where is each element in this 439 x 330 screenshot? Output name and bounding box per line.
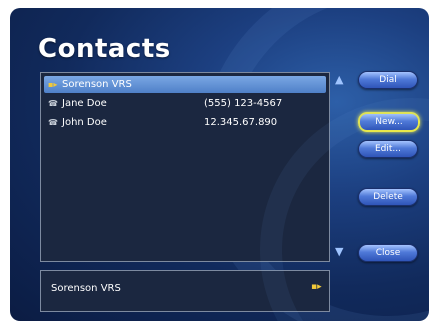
detail-name: Sorenson VRS	[51, 283, 121, 294]
edit-button[interactable]: Edit...	[358, 140, 418, 158]
contact-number: (555) 123-4567	[204, 98, 283, 109]
contact-detail-panel: Sorenson VRS ▪▸	[40, 270, 330, 312]
dial-button[interactable]: Dial	[358, 71, 418, 89]
contact-name: Jane Doe	[62, 98, 107, 109]
contacts-screen: Contacts ▪▸ Sorenson VRS ☎ Jane Doe (555…	[10, 8, 429, 321]
contact-name: Sorenson VRS	[62, 79, 132, 90]
contact-list[interactable]: ▪▸ Sorenson VRS ☎ Jane Doe (555) 123-456…	[40, 72, 330, 262]
delete-button[interactable]: Delete	[358, 188, 418, 206]
close-button[interactable]: Close	[358, 244, 418, 262]
contact-number: 12.345.67.890	[204, 117, 278, 128]
contact-row-john-doe[interactable]: ☎ John Doe 12.345.67.890	[44, 114, 326, 131]
scroll-down-arrow-icon[interactable]: ▼	[335, 246, 343, 257]
vrs-icon: ▪▸	[311, 282, 322, 292]
vrs-icon: ▪▸	[48, 80, 58, 89]
page-title: Contacts	[38, 34, 171, 64]
new-button[interactable]: New...	[358, 112, 420, 132]
contact-name: John Doe	[62, 117, 107, 128]
phone-icon: ☎	[48, 118, 58, 127]
phone-icon: ☎	[48, 99, 58, 108]
contact-row-sorenson-vrs[interactable]: ▪▸ Sorenson VRS	[44, 76, 326, 93]
contact-row-jane-doe[interactable]: ☎ Jane Doe (555) 123-4567	[44, 95, 326, 112]
scroll-up-arrow-icon[interactable]: ▲	[335, 74, 343, 85]
